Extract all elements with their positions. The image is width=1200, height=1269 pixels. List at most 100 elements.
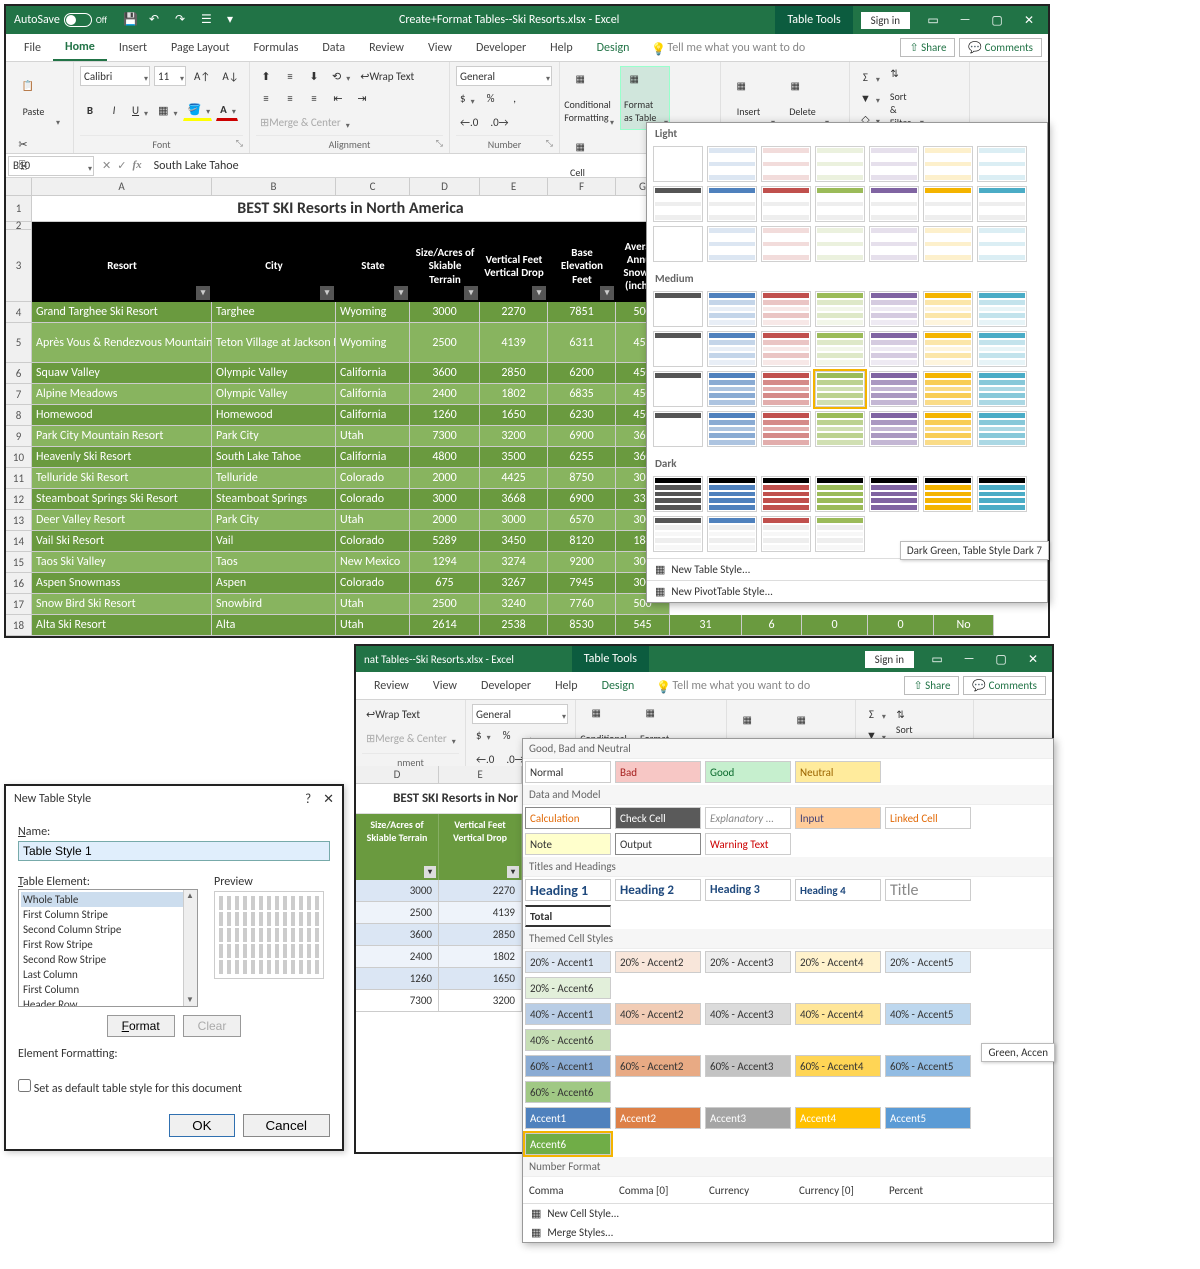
enter-formula-icon[interactable]: ✓ (117, 159, 126, 172)
cell[interactable]: Utah (336, 615, 410, 636)
table-style-swatch[interactable] (869, 371, 919, 407)
merge-styles-item[interactable]: ▦Merge Styles... (523, 1223, 1053, 1242)
align-left-icon[interactable]: ≡ (256, 89, 276, 109)
cell[interactable]: Homewood (32, 405, 212, 426)
align-top-icon[interactable]: ⬆ (256, 66, 276, 86)
tab-review[interactable]: Review (357, 36, 416, 60)
row-header[interactable]: 6 (6, 363, 32, 384)
cell[interactable]: 3000 (480, 510, 548, 531)
maximize-icon[interactable]: ▢ (986, 648, 1016, 670)
table-style-swatch[interactable] (815, 371, 865, 407)
table-style-swatch[interactable] (815, 331, 865, 367)
table-style-swatch[interactable] (653, 476, 703, 512)
cell-style-item[interactable]: Warning Text (705, 833, 791, 855)
cell-style-item[interactable]: 20% - Accent2 (615, 951, 701, 973)
wrap-text-button[interactable]: ↩ Wrap Text (356, 66, 418, 86)
tab-formulas[interactable]: Formulas (241, 36, 310, 60)
cell[interactable]: Telluride (212, 468, 336, 489)
row-header[interactable]: 11 (6, 468, 32, 489)
cell[interactable]: California (336, 384, 410, 405)
table-style-swatch[interactable] (815, 146, 865, 182)
cell[interactable]: 2000 (410, 468, 480, 489)
cell-style-item[interactable]: 40% - Accent4 (795, 1003, 881, 1025)
cell-style-item[interactable]: Accent3 (705, 1107, 791, 1129)
hdr-vert[interactable]: Vertical Feet Vertical Drop▾ (439, 814, 522, 880)
table-style-swatch[interactable] (815, 186, 865, 222)
cell[interactable]: Grand Targhee Ski Resort (32, 302, 212, 323)
table-style-swatch[interactable] (869, 226, 919, 262)
tab-developer[interactable]: Developer (469, 674, 543, 698)
cell[interactable]: 3600 (356, 924, 439, 946)
cell[interactable]: Teton Village at Jackson Hole (212, 323, 336, 363)
table-style-swatch[interactable] (653, 371, 703, 407)
indent-decrease-icon[interactable]: ⇤ (328, 89, 348, 109)
cell[interactable]: 2850 (480, 363, 548, 384)
row-header[interactable]: 2 (6, 222, 32, 230)
new-pivot-style-item[interactable]: ▦New PivotTable Style... (647, 580, 1047, 602)
table-style-swatch[interactable] (761, 186, 811, 222)
table-style-swatch[interactable] (707, 186, 757, 222)
dialog-help-icon[interactable]: ? (305, 792, 311, 807)
cell[interactable]: Steamboat Springs Ski Resort (32, 489, 212, 510)
cell[interactable]: 3000 (410, 489, 480, 510)
cell-style-item[interactable]: Bad (615, 761, 701, 783)
cell[interactable]: 3450 (480, 531, 548, 552)
cell[interactable]: 2270 (439, 880, 522, 902)
table-style-swatch[interactable] (653, 146, 703, 182)
cell[interactable]: 2538 (480, 615, 548, 636)
share-button[interactable]: ⇧ Share (904, 676, 959, 695)
cell[interactable]: Park City Mountain Resort (32, 426, 212, 447)
cell[interactable]: Colorado (336, 573, 410, 594)
hdr-city[interactable]: City▾ (212, 230, 336, 302)
table-style-swatch[interactable] (977, 331, 1027, 367)
cell[interactable]: 3668 (480, 489, 548, 510)
cancel-formula-icon[interactable]: ✕ (102, 159, 111, 172)
orientation-icon[interactable]: ⟲ (328, 66, 352, 86)
cell[interactable]: 6900 (548, 489, 616, 510)
cell[interactable]: 2400 (356, 946, 439, 968)
cell-style-item[interactable]: Accent5 (885, 1107, 971, 1129)
tell-me-search[interactable]: 💡Tell me what you want to do (646, 679, 810, 693)
table-style-swatch[interactable] (761, 516, 811, 552)
number-dialog-icon[interactable]: ⤡ (546, 138, 553, 149)
list-item[interactable]: Last Column (21, 967, 195, 982)
table-style-swatch[interactable] (977, 291, 1027, 327)
table-style-swatch[interactable] (923, 226, 973, 262)
cell[interactable]: 7300 (410, 426, 480, 447)
cell[interactable]: 1650 (439, 968, 522, 990)
delete-cells-button[interactable]: ▦Delete (781, 66, 831, 130)
table-style-swatch[interactable] (653, 291, 703, 327)
cell-style-item[interactable]: Total (525, 905, 611, 927)
cell-style-item[interactable]: 60% - Accent1 (525, 1055, 611, 1077)
indent-increase-icon[interactable]: ⇥ (352, 89, 372, 109)
row-header[interactable]: 17 (6, 594, 32, 615)
cell-style-item[interactable]: 40% - Accent6 (525, 1029, 611, 1051)
wrap-text-button[interactable]: ↩ Wrap Text (362, 704, 424, 724)
cell-style-item[interactable]: Heading 2 (615, 879, 701, 901)
table-style-swatch[interactable] (707, 411, 757, 447)
cell-style-item[interactable]: Currency [0] (795, 1179, 881, 1201)
cell[interactable]: 7300 (356, 990, 439, 1012)
cell[interactable]: 2400 (410, 384, 480, 405)
cell[interactable]: Utah (336, 594, 410, 615)
cell-style-item[interactable]: 40% - Accent5 (885, 1003, 971, 1025)
filter-icon[interactable]: ▾ (394, 286, 408, 300)
cell-style-item[interactable]: 40% - Accent2 (615, 1003, 701, 1025)
row-header[interactable]: 9 (6, 426, 32, 447)
list-item[interactable]: Second Row Stripe (21, 952, 195, 967)
table-style-swatch[interactable] (653, 411, 703, 447)
cell-style-item[interactable]: 40% - Accent3 (705, 1003, 791, 1025)
cell-style-item[interactable]: Accent4 (795, 1107, 881, 1129)
col-A[interactable]: A (32, 178, 212, 195)
cell[interactable]: 6900 (548, 426, 616, 447)
cell[interactable]: 2500 (410, 323, 480, 363)
list-item[interactable]: First Row Stripe (21, 937, 195, 952)
fill-color-icon[interactable]: 🪣 (183, 101, 212, 121)
cell[interactable]: Wyoming (336, 323, 410, 363)
merge-center-button[interactable]: ⊞ Merge & Center (362, 729, 458, 749)
autosum-icon[interactable]: Σ (862, 704, 888, 724)
paste-button[interactable]: 📋Paste (12, 66, 62, 130)
cell[interactable]: 6 (742, 615, 802, 636)
number-format-select[interactable]: General (456, 66, 552, 86)
row-header[interactable]: 18 (6, 615, 32, 636)
